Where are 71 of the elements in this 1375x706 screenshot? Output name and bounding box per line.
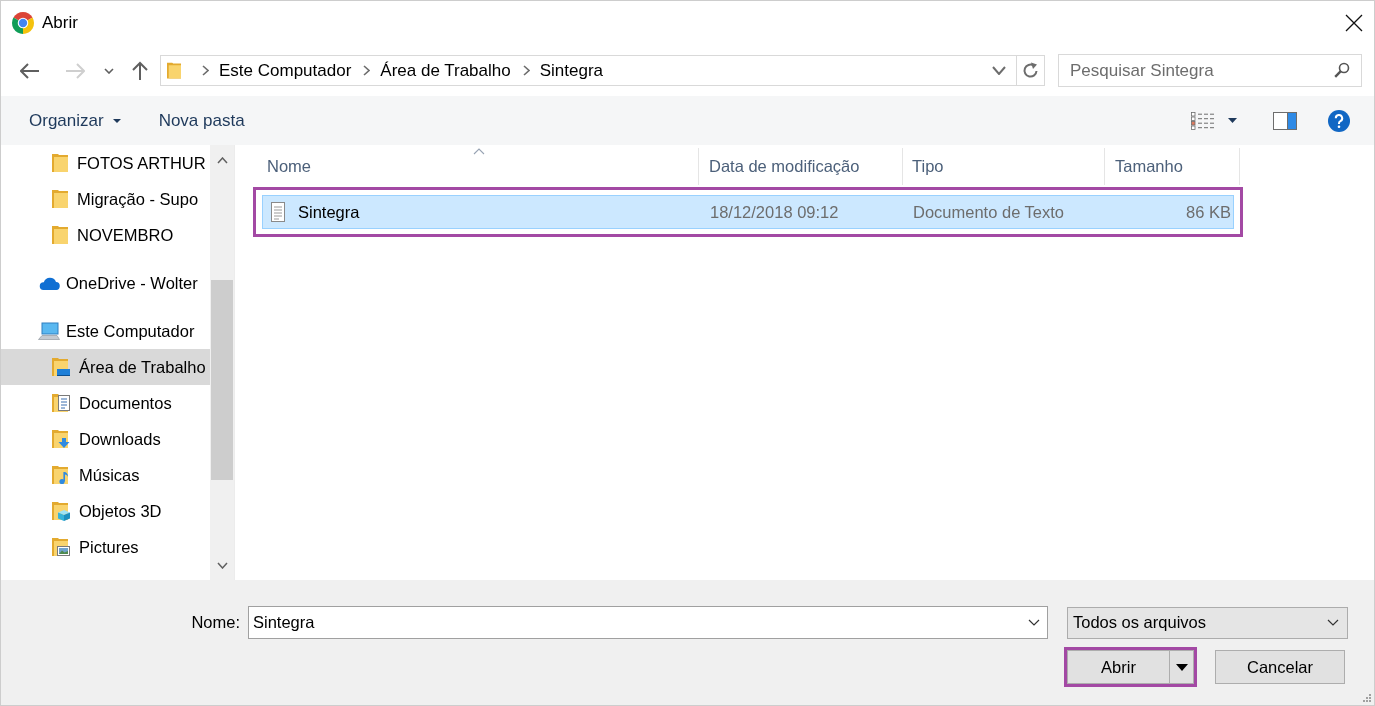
file-row[interactable]: Sintegra 18/12/2018 09:12 Documento de Texto 86 KB [262,195,1234,229]
sidebar-item[interactable]: Documentos [1,385,210,421]
desktop-folder-icon [52,357,70,377]
chevron-down-icon[interactable] [104,67,114,74]
file-type-dropdown[interactable]: Todos os arquivos [1067,606,1348,639]
folder-icon [52,153,68,173]
column-header[interactable]: Data de modificação [699,148,903,185]
scrollbar[interactable] [210,145,234,580]
dialog-button[interactable]: Cancelar [1215,650,1345,684]
cube-folder-icon [52,501,70,521]
sidebar-item[interactable]: Migração - Supo [1,181,210,217]
app-logo-icon [12,12,34,34]
address-bar[interactable]: Este Computador Área de Trabalho Sintegra [160,55,1045,86]
chevron-down-icon [1327,619,1339,626]
menu-button[interactable]: Organizar [17,103,133,138]
folder-icon [52,189,68,209]
up-arrow-icon[interactable] [131,60,149,81]
picture-folder-icon [52,537,70,557]
file-name: Sintegra [298,202,360,222]
computer-icon [38,321,60,341]
scrollbar-thumb[interactable] [211,280,233,480]
file-type: Documento de Texto [913,202,1065,222]
chevron-down-icon[interactable] [1028,619,1040,626]
sidebar-item[interactable]: Área de Trabalho [1,349,210,385]
sidebar-item[interactable]: Músicas [1,457,210,493]
sidebar-item[interactable]: FOTOS ARTHUR [1,145,210,181]
column-header[interactable]: Tamanho [1105,148,1240,185]
text-file-icon [270,202,286,222]
caret-down-icon [112,118,121,123]
music-folder-icon [52,465,70,485]
details-view-icon[interactable] [1191,111,1215,130]
sort-caret-icon [472,148,485,155]
sidebar-item[interactable]: NOVEMBRO [1,217,210,253]
download-folder-icon [52,429,70,449]
document-folder-icon [52,393,70,413]
search-icon[interactable] [1334,62,1350,78]
chevron-down-icon[interactable] [216,561,228,569]
column-header[interactable]: Tipo [903,148,1105,185]
modified-date: 18/12/2018 09:12 [710,202,839,222]
breadcrumb[interactable]: Sintegra [539,58,604,83]
search-field[interactable]: Pesquisar Sintegra [1058,54,1362,87]
chevron-right-icon[interactable] [522,65,530,76]
back-arrow-icon[interactable] [20,62,40,79]
resize-grip-icon[interactable] [1362,693,1372,703]
chevron-up-icon[interactable] [216,156,228,164]
folder-icon [52,225,68,245]
dialog-button[interactable]: Abrir [1067,650,1170,684]
refresh-icon [1022,62,1039,79]
sidebar-item[interactable]: Este Computador [1,313,210,349]
sidebar-item[interactable]: Downloads [1,421,210,457]
folder-icon [167,61,181,80]
close-icon[interactable] [1345,14,1363,32]
split-arrow-button[interactable] [1170,650,1194,684]
breadcrumb[interactable]: Área de Trabalho [380,58,511,83]
file-size: 86 KB [1186,202,1231,222]
column-header[interactable]: Nome [259,148,699,185]
breadcrumb[interactable]: Este Computador [219,58,352,83]
field-label: Nome: [191,613,240,632]
window-title: Abrir [42,13,78,33]
cloud-icon [38,276,60,290]
sidebar-item[interactable]: Pictures [1,529,210,565]
sidebar-item[interactable]: Objetos 3D [1,493,210,529]
toolbar-button[interactable]: Nova pasta [146,103,257,138]
chevron-right-icon[interactable] [202,65,209,76]
chevron-right-icon[interactable] [363,65,371,76]
filename-field[interactable]: Sintegra [248,606,1048,639]
sidebar-item[interactable]: OneDrive - Wolter [1,265,210,301]
caret-down-icon [1175,663,1188,671]
caret-down-icon[interactable] [1228,118,1237,123]
help-icon[interactable] [1328,109,1350,132]
preview-pane-icon[interactable] [1273,111,1297,130]
